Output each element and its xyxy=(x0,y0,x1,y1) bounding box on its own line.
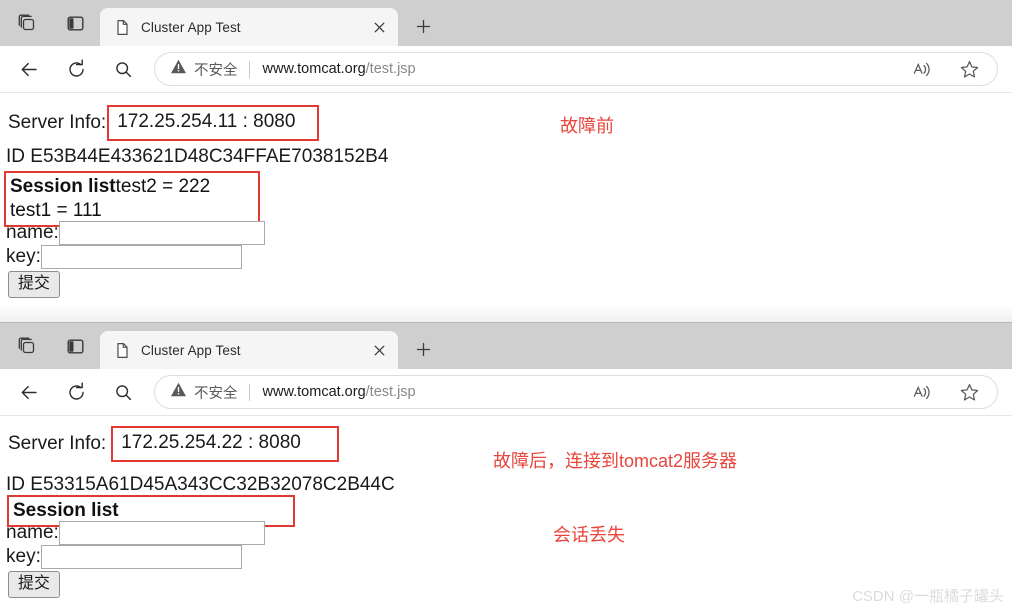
name-label: name: xyxy=(6,522,59,543)
warning-triangle-icon xyxy=(170,58,187,80)
screenshot-root: Cluster App Test 不安全 www.tomcat.org/test… xyxy=(0,0,1012,612)
name-input[interactable] xyxy=(58,221,265,245)
tab-title: Cluster App Test xyxy=(141,19,241,35)
server-info-value: 172.25.254.11 : 8080 xyxy=(107,105,320,141)
server-info-label: Server Info: xyxy=(8,112,107,133)
url-path: /test.jsp xyxy=(365,61,416,77)
key-field-row: key: xyxy=(6,545,242,569)
session-entry-1: test1 = 111 xyxy=(10,200,102,221)
name-field-row: name: xyxy=(6,221,265,245)
annotation-session-lost: 会话丢失 xyxy=(553,525,625,545)
security-indicator[interactable]: 不安全 xyxy=(170,381,238,403)
key-label: key: xyxy=(6,546,41,567)
name-label: name: xyxy=(6,222,59,243)
name-input[interactable] xyxy=(58,521,265,545)
page-bottom-fade xyxy=(0,305,1012,323)
session-list-first-line: Session listtest2 = 222 xyxy=(10,175,252,199)
submit-button[interactable]: 提交 xyxy=(8,571,61,598)
name-field-row: name: xyxy=(6,521,265,545)
favorites-star-icon[interactable] xyxy=(956,379,982,405)
read-aloud-icon[interactable] xyxy=(908,56,934,82)
server-info-label: Server Info: xyxy=(8,433,107,454)
browser-window-bottom: Cluster App Test 不安全 www.tomcat.org/test… xyxy=(0,323,1012,612)
browser-toolbar: 不安全 www.tomcat.org/test.jsp xyxy=(0,46,1012,93)
submit-button[interactable]: 提交 xyxy=(8,271,61,298)
search-icon[interactable] xyxy=(106,375,140,409)
session-id-line: ID E53315A61D45A343CC32B32078C2B44C xyxy=(6,474,395,495)
tab-strip-icons-2 xyxy=(0,323,86,369)
search-icon[interactable] xyxy=(106,52,140,86)
refresh-icon[interactable] xyxy=(59,375,93,409)
annotation-after-failure: 故障后，连接到tomcat2服务器 xyxy=(493,451,738,471)
split-screen-icon[interactable] xyxy=(64,335,86,357)
session-entry-0: test2 = 222 xyxy=(115,176,211,197)
security-text: 不安全 xyxy=(194,385,238,402)
tab-strip: Cluster App Test xyxy=(0,0,1012,46)
close-icon[interactable] xyxy=(368,16,390,38)
address-bar[interactable]: 不安全 www.tomcat.org/test.jsp xyxy=(154,375,998,409)
address-bar-separator xyxy=(248,383,250,401)
server-info-row: Server Info: 172.25.254.11 : 8080 xyxy=(8,105,320,141)
page-favicon xyxy=(114,19,131,36)
security-text: 不安全 xyxy=(194,62,238,79)
tab-groups-icon[interactable] xyxy=(16,12,38,34)
page-content-top: Server Info: 172.25.254.11 : 8080 ID E53… xyxy=(0,93,1012,323)
security-indicator[interactable]: 不安全 xyxy=(170,58,238,80)
key-label: key: xyxy=(6,246,41,267)
favorites-star-icon[interactable] xyxy=(956,56,982,82)
url-host: www.tomcat.org xyxy=(262,384,366,400)
server-info-row: Server Info: 172.25.254.22 : 8080 xyxy=(8,426,340,462)
back-arrow-icon[interactable] xyxy=(12,52,46,86)
split-screen-icon[interactable] xyxy=(64,12,86,34)
url-path: /test.jsp xyxy=(365,384,416,400)
key-input[interactable] xyxy=(40,245,242,269)
tab-strip-icons xyxy=(0,0,86,46)
address-bar-separator xyxy=(248,60,250,78)
new-tab-button[interactable] xyxy=(408,11,438,41)
key-input[interactable] xyxy=(40,545,242,569)
session-list-title: Session list xyxy=(13,500,119,521)
refresh-icon[interactable] xyxy=(59,52,93,86)
session-list-title: Session list xyxy=(10,176,116,197)
browser-window-top: Cluster App Test 不安全 www.tomcat.org/test… xyxy=(0,0,1012,323)
tab-title: Cluster App Test xyxy=(141,342,241,358)
csdn-watermark: CSDN @一瓶橘子罐头 xyxy=(852,588,1004,605)
page-favicon xyxy=(114,342,131,359)
server-info-value: 172.25.254.22 : 8080 xyxy=(111,426,340,462)
key-field-row: key: xyxy=(6,245,242,269)
close-icon[interactable] xyxy=(368,339,390,361)
address-bar-url: www.tomcat.org/test.jsp xyxy=(263,384,416,400)
tab-strip-2: Cluster App Test xyxy=(0,323,1012,369)
read-aloud-icon[interactable] xyxy=(908,379,934,405)
tab-groups-icon[interactable] xyxy=(16,335,38,357)
browser-tab[interactable]: Cluster App Test xyxy=(100,8,398,46)
address-bar-url: www.tomcat.org/test.jsp xyxy=(263,61,416,77)
browser-tab[interactable]: Cluster App Test xyxy=(100,331,398,369)
back-arrow-icon[interactable] xyxy=(12,375,46,409)
new-tab-button[interactable] xyxy=(408,334,438,364)
annotation-before-failure: 故障前 xyxy=(560,116,614,136)
session-list-box: Session listtest2 = 222 test1 = 111 xyxy=(4,171,260,227)
session-id-line: ID E53B44E433621D48C34FFAE7038152B4 xyxy=(6,146,389,167)
address-bar-actions xyxy=(908,379,992,405)
address-bar[interactable]: 不安全 www.tomcat.org/test.jsp xyxy=(154,52,998,86)
browser-toolbar-2: 不安全 www.tomcat.org/test.jsp xyxy=(0,369,1012,416)
page-content-bottom: Server Info: 172.25.254.22 : 8080 ID E53… xyxy=(0,416,1012,612)
session-list-first-line: Session list xyxy=(13,499,287,523)
address-bar-actions xyxy=(908,56,992,82)
url-host: www.tomcat.org xyxy=(262,61,366,77)
warning-triangle-icon xyxy=(170,381,187,403)
